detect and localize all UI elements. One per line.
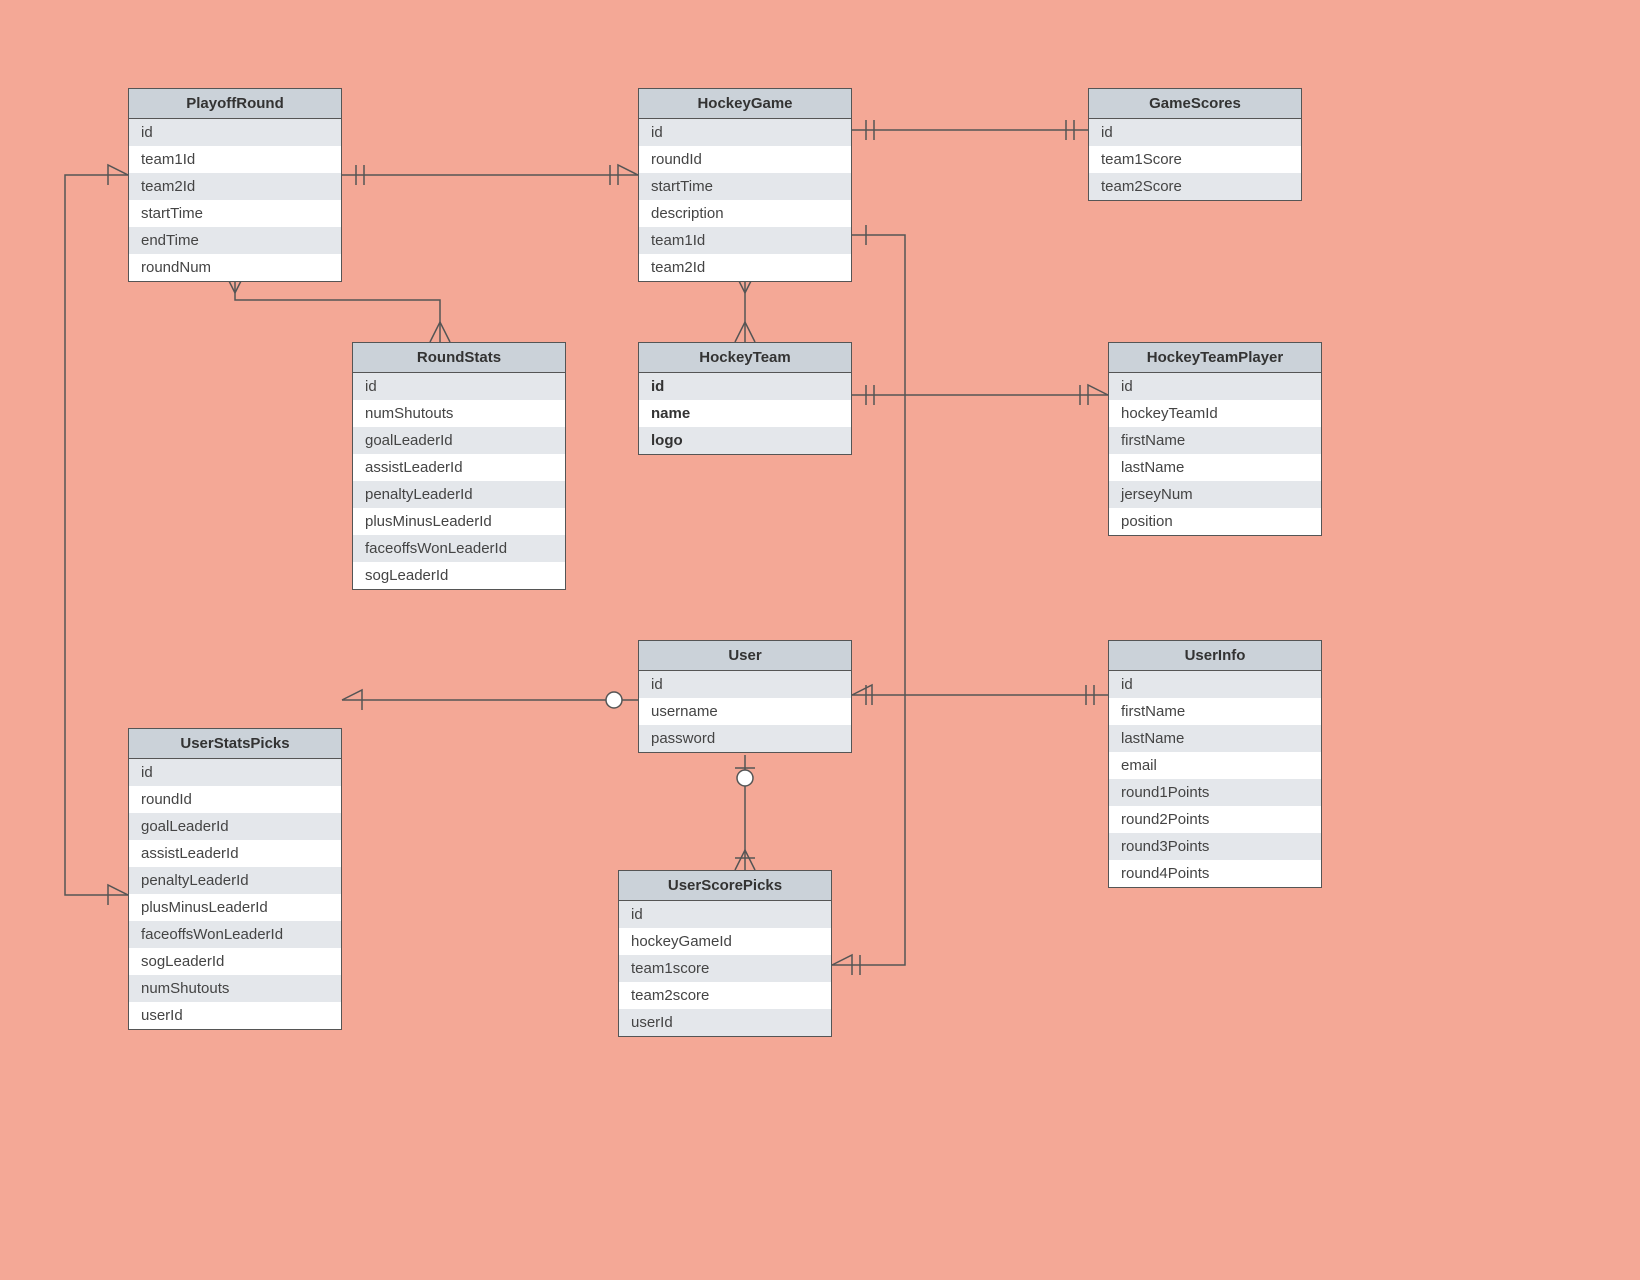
entity-field: goalLeaderId — [353, 427, 565, 454]
entity-field: id — [1089, 119, 1301, 146]
entity-header: User — [639, 641, 851, 671]
entity-field: round4Points — [1109, 860, 1321, 887]
entity-header: HockeyTeam — [639, 343, 851, 373]
entity-field: id — [1109, 373, 1321, 400]
entity-hockeyTeam[interactable]: HockeyTeamidnamelogo — [638, 342, 852, 455]
entity-field: team2Score — [1089, 173, 1301, 200]
entity-field: userId — [129, 1002, 341, 1029]
entity-field: name — [639, 400, 851, 427]
entity-header: UserStatsPicks — [129, 729, 341, 759]
entity-field: id — [1109, 671, 1321, 698]
entity-field: description — [639, 200, 851, 227]
entity-hockeyTeamPlayer[interactable]: HockeyTeamPlayeridhockeyTeamIdfirstNamel… — [1108, 342, 1322, 536]
diagram-canvas: PlayoffRoundidteam1Idteam2IdstartTimeend… — [0, 0, 1640, 1280]
entity-field: endTime — [129, 227, 341, 254]
entity-playoffRound[interactable]: PlayoffRoundidteam1Idteam2IdstartTimeend… — [128, 88, 342, 282]
entity-field: password — [639, 725, 851, 752]
entity-header: UserScorePicks — [619, 871, 831, 901]
entity-field: firstName — [1109, 427, 1321, 454]
entity-field: faceoffsWonLeaderId — [353, 535, 565, 562]
entity-field: roundId — [639, 146, 851, 173]
entity-field: roundNum — [129, 254, 341, 281]
entity-field: id — [129, 119, 341, 146]
entity-field: username — [639, 698, 851, 725]
entity-field: assistLeaderId — [129, 840, 341, 867]
entity-field: jerseyNum — [1109, 481, 1321, 508]
entity-field: round1Points — [1109, 779, 1321, 806]
entity-userScorePicks[interactable]: UserScorePicksidhockeyGameIdteam1scorete… — [618, 870, 832, 1037]
entity-gameScores[interactable]: GameScoresidteam1Scoreteam2Score — [1088, 88, 1302, 201]
entity-field: userId — [619, 1009, 831, 1036]
entity-field: penaltyLeaderId — [129, 867, 341, 894]
entity-field: sogLeaderId — [129, 948, 341, 975]
entity-field: id — [353, 373, 565, 400]
entity-field: sogLeaderId — [353, 562, 565, 589]
entity-field: numShutouts — [129, 975, 341, 1002]
entity-field: plusMinusLeaderId — [353, 508, 565, 535]
entity-field: team2Id — [129, 173, 341, 200]
entity-roundStats[interactable]: RoundStatsidnumShutoutsgoalLeaderIdassis… — [352, 342, 566, 590]
entity-field: plusMinusLeaderId — [129, 894, 341, 921]
entity-field: numShutouts — [353, 400, 565, 427]
entity-field: startTime — [639, 173, 851, 200]
entity-field: hockeyTeamId — [1109, 400, 1321, 427]
entity-field: startTime — [129, 200, 341, 227]
entity-field: faceoffsWonLeaderId — [129, 921, 341, 948]
entity-field: roundId — [129, 786, 341, 813]
entity-field: id — [639, 671, 851, 698]
entity-field: goalLeaderId — [129, 813, 341, 840]
entity-field: firstName — [1109, 698, 1321, 725]
entity-field: team1Id — [639, 227, 851, 254]
entity-header: GameScores — [1089, 89, 1301, 119]
entity-field: team1Score — [1089, 146, 1301, 173]
entity-userInfo[interactable]: UserInfoidfirstNamelastNameemailround1Po… — [1108, 640, 1322, 888]
entity-header: RoundStats — [353, 343, 565, 373]
entity-user[interactable]: Useridusernamepassword — [638, 640, 852, 753]
entity-field: team1Id — [129, 146, 341, 173]
entity-field: id — [639, 373, 851, 400]
entity-field: position — [1109, 508, 1321, 535]
entity-field: round2Points — [1109, 806, 1321, 833]
entity-field: lastName — [1109, 725, 1321, 752]
entity-field: round3Points — [1109, 833, 1321, 860]
entity-field: penaltyLeaderId — [353, 481, 565, 508]
entity-field: hockeyGameId — [619, 928, 831, 955]
entity-header: PlayoffRound — [129, 89, 341, 119]
entity-field: assistLeaderId — [353, 454, 565, 481]
entity-field: team2Id — [639, 254, 851, 281]
entity-field: logo — [639, 427, 851, 454]
entity-field: id — [619, 901, 831, 928]
entity-field: team2score — [619, 982, 831, 1009]
entity-hockeyGame[interactable]: HockeyGameidroundIdstartTimedescriptiont… — [638, 88, 852, 282]
entity-field: email — [1109, 752, 1321, 779]
entity-field: lastName — [1109, 454, 1321, 481]
entity-field: id — [639, 119, 851, 146]
entity-userStatsPicks[interactable]: UserStatsPicksidroundIdgoalLeaderIdassis… — [128, 728, 342, 1030]
entity-field: team1score — [619, 955, 831, 982]
entity-header: HockeyTeamPlayer — [1109, 343, 1321, 373]
entity-field: id — [129, 759, 341, 786]
entity-header: UserInfo — [1109, 641, 1321, 671]
entity-header: HockeyGame — [639, 89, 851, 119]
